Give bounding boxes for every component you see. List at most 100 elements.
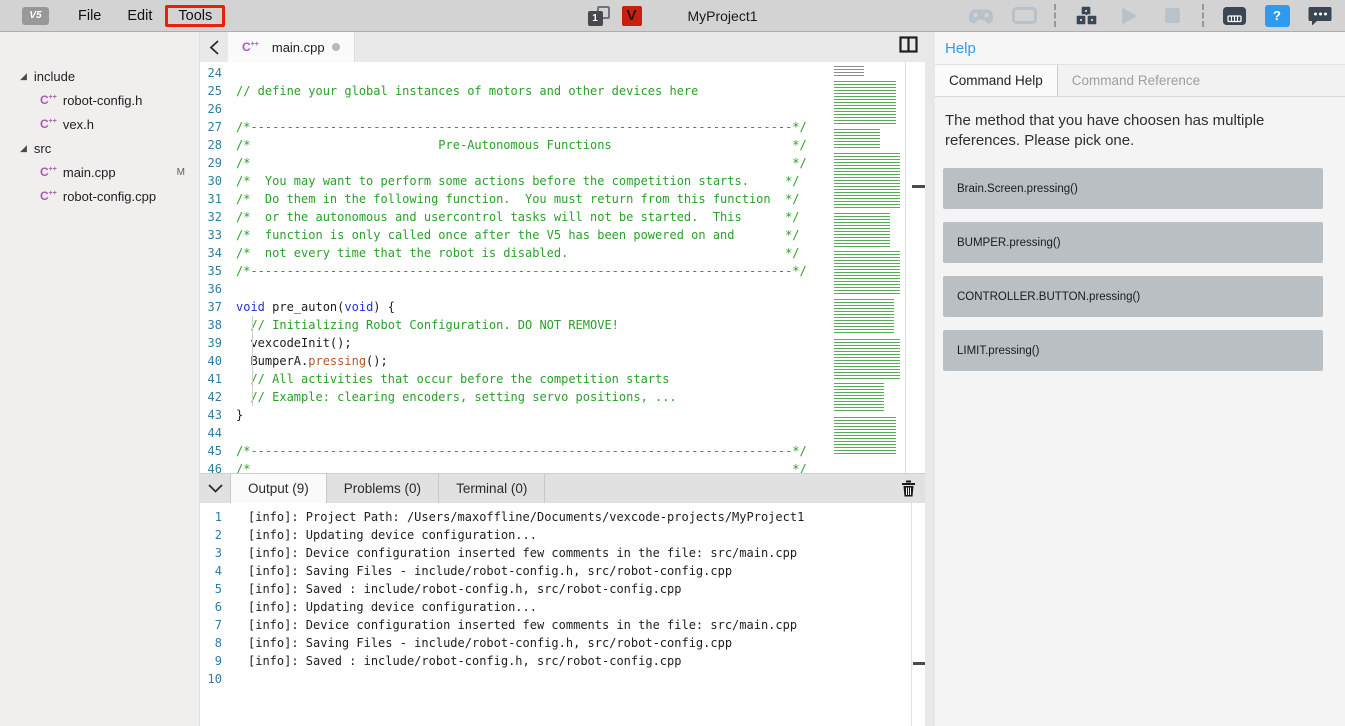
disclosure-triangle-icon[interactable]: ◢ xyxy=(20,143,27,154)
feedback-icon[interactable] xyxy=(1307,4,1333,28)
code-line-29[interactable]: 29/* */ xyxy=(200,154,925,172)
slot-1-icon[interactable]: 1 xyxy=(587,6,609,26)
menu-item-file[interactable]: File xyxy=(65,5,114,27)
download-icon[interactable] xyxy=(1073,4,1099,28)
output-line-9: 9[info]: Saved : include/robot-config.h,… xyxy=(200,652,925,670)
trash-icon xyxy=(901,480,916,497)
file-explorer-sidebar: ◢includeC++robot-config.hC++vex.h◢srcC++… xyxy=(0,32,200,726)
editor-scrollbar[interactable] xyxy=(905,62,925,473)
brain-icon[interactable] xyxy=(1221,4,1247,28)
controller-icon[interactable] xyxy=(968,4,994,28)
modified-dot-icon xyxy=(332,43,340,51)
tree-file-robot-config.h[interactable]: C++robot-config.h xyxy=(0,88,199,112)
code-line-35[interactable]: 35/*------------------------------------… xyxy=(200,262,925,280)
tree-file-main.cpp[interactable]: C++main.cppM xyxy=(0,160,199,184)
output-line-3: 3[info]: Device configuration inserted f… xyxy=(200,544,925,562)
help-header: Help xyxy=(935,32,1345,65)
code-line-45[interactable]: 45/*------------------------------------… xyxy=(200,442,925,460)
cpp-file-icon: C++ xyxy=(40,189,57,203)
menu-item-tools[interactable]: Tools xyxy=(165,5,225,27)
disclosure-triangle-icon[interactable]: ◢ xyxy=(20,71,27,82)
code-line-30[interactable]: 30/* You may want to perform some action… xyxy=(200,172,925,190)
code-line-46[interactable]: 46/* */ xyxy=(200,460,925,473)
console-tab-problems[interactable]: Problems (0) xyxy=(327,474,439,504)
output-text: [info]: Saved : include/robot-config.h, … xyxy=(236,652,681,670)
help-option-3[interactable]: LIMIT.pressing() xyxy=(943,330,1323,371)
help-panel: Help Command HelpCommand Reference The m… xyxy=(935,32,1345,726)
split-view-icon xyxy=(899,36,918,53)
code-line-31[interactable]: 31/* Do them in the following function. … xyxy=(200,190,925,208)
brain-screen-icon[interactable] xyxy=(1011,4,1037,28)
code-text: /* Pre-Autonomous Functions */ xyxy=(236,136,807,154)
line-number: 38 xyxy=(200,316,236,334)
tree-file-robot-config.cpp[interactable]: C++robot-config.cpp xyxy=(0,184,199,208)
output-scrollbar[interactable] xyxy=(911,503,925,726)
code-text: void pre_auton(void) { xyxy=(236,298,395,316)
code-line-42[interactable]: 42 // Example: clearing encoders, settin… xyxy=(200,388,925,406)
help-tab-command-reference[interactable]: Command Reference xyxy=(1058,65,1214,96)
editor-tab-label: main.cpp xyxy=(272,40,325,55)
cpp-file-icon: C++ xyxy=(40,93,57,107)
line-number: 30 xyxy=(200,172,236,190)
editor-panel: C++ main.cpp 2425// define your global i… xyxy=(200,32,925,726)
back-button[interactable] xyxy=(200,40,228,55)
v5-logo-icon: V5 xyxy=(22,7,49,25)
code-line-33[interactable]: 33/* function is only called once after … xyxy=(200,226,925,244)
help-option-0[interactable]: Brain.Screen.pressing() xyxy=(943,168,1323,209)
split-view-button[interactable] xyxy=(899,36,918,58)
line-number: 36 xyxy=(200,280,236,298)
toolbar-separator xyxy=(1202,4,1204,27)
code-line-37[interactable]: 37void pre_auton(void) { xyxy=(200,298,925,316)
minimap[interactable] xyxy=(832,64,905,464)
help-tab-command-help[interactable]: Command Help xyxy=(935,65,1058,96)
help-option-2[interactable]: CONTROLLER.BUTTON.pressing() xyxy=(943,276,1323,317)
editor-tab-main-cpp[interactable]: C++ main.cpp xyxy=(228,32,355,62)
code-text: // All activities that occur before the … xyxy=(236,370,669,388)
code-line-43[interactable]: 43} xyxy=(200,406,925,424)
play-icon[interactable] xyxy=(1116,4,1142,28)
code-line-40[interactable]: 40 BumperA.pressing(); xyxy=(200,352,925,370)
console-tab-terminal[interactable]: Terminal (0) xyxy=(439,474,545,504)
code-line-41[interactable]: 41 // All activities that occur before t… xyxy=(200,370,925,388)
line-number: 6 xyxy=(200,598,236,616)
code-line-38[interactable]: 38 // Initializing Robot Configuration. … xyxy=(200,316,925,334)
menu-item-edit[interactable]: Edit xyxy=(114,5,165,27)
line-number: 3 xyxy=(200,544,236,562)
output-console[interactable]: 1[info]: Project Path: /Users/maxoffline… xyxy=(200,503,925,726)
output-text: [info]: Device configuration inserted fe… xyxy=(236,544,797,562)
line-number: 10 xyxy=(200,670,236,688)
code-line-39[interactable]: 39 vexcodeInit(); xyxy=(200,334,925,352)
stop-icon[interactable] xyxy=(1159,4,1185,28)
code-line-26[interactable]: 26 xyxy=(200,100,925,118)
line-number: 40 xyxy=(200,352,236,370)
output-text: [info]: Device configuration inserted fe… xyxy=(236,616,797,634)
code-line-24[interactable]: 24 xyxy=(200,64,925,82)
code-text: // Example: clearing encoders, setting s… xyxy=(236,388,677,406)
code-line-28[interactable]: 28/* Pre-Autonomous Functions */ xyxy=(200,136,925,154)
menu-bar: V5 FileEditTools 1 V MyProject1 ? xyxy=(0,0,1345,32)
code-line-32[interactable]: 32/* or the autonomous and usercontrol t… xyxy=(200,208,925,226)
code-line-44[interactable]: 44 xyxy=(200,424,925,442)
code-line-27[interactable]: 27/*------------------------------------… xyxy=(200,118,925,136)
help-option-1[interactable]: BUMPER.pressing() xyxy=(943,222,1323,263)
file-tree: ◢includeC++robot-config.hC++vex.h◢srcC++… xyxy=(0,64,199,208)
tree-folder-include[interactable]: ◢include xyxy=(0,64,199,88)
help-icon[interactable]: ? xyxy=(1264,4,1290,28)
code-editor[interactable]: 2425// define your global instances of m… xyxy=(200,62,925,473)
line-number: 35 xyxy=(200,262,236,280)
code-text: // Initializing Robot Configuration. DO … xyxy=(236,316,619,334)
code-line-25[interactable]: 25// define your global instances of mot… xyxy=(200,82,925,100)
line-number: 45 xyxy=(200,442,236,460)
code-line-34[interactable]: 34/* not every time that the robot is di… xyxy=(200,244,925,262)
clear-output-button[interactable] xyxy=(901,480,916,497)
console-tab-output[interactable]: Output (9) xyxy=(230,474,327,504)
tree-folder-src[interactable]: ◢src xyxy=(0,136,199,160)
modified-badge: M xyxy=(177,167,185,178)
code-text: /* */ xyxy=(236,460,807,473)
tree-file-vex.h[interactable]: C++vex.h xyxy=(0,112,199,136)
output-line-5: 5[info]: Saved : include/robot-config.h,… xyxy=(200,580,925,598)
chevron-down-icon xyxy=(208,484,223,493)
line-number: 7 xyxy=(200,616,236,634)
collapse-panel-button[interactable] xyxy=(200,484,230,493)
code-line-36[interactable]: 36 xyxy=(200,280,925,298)
